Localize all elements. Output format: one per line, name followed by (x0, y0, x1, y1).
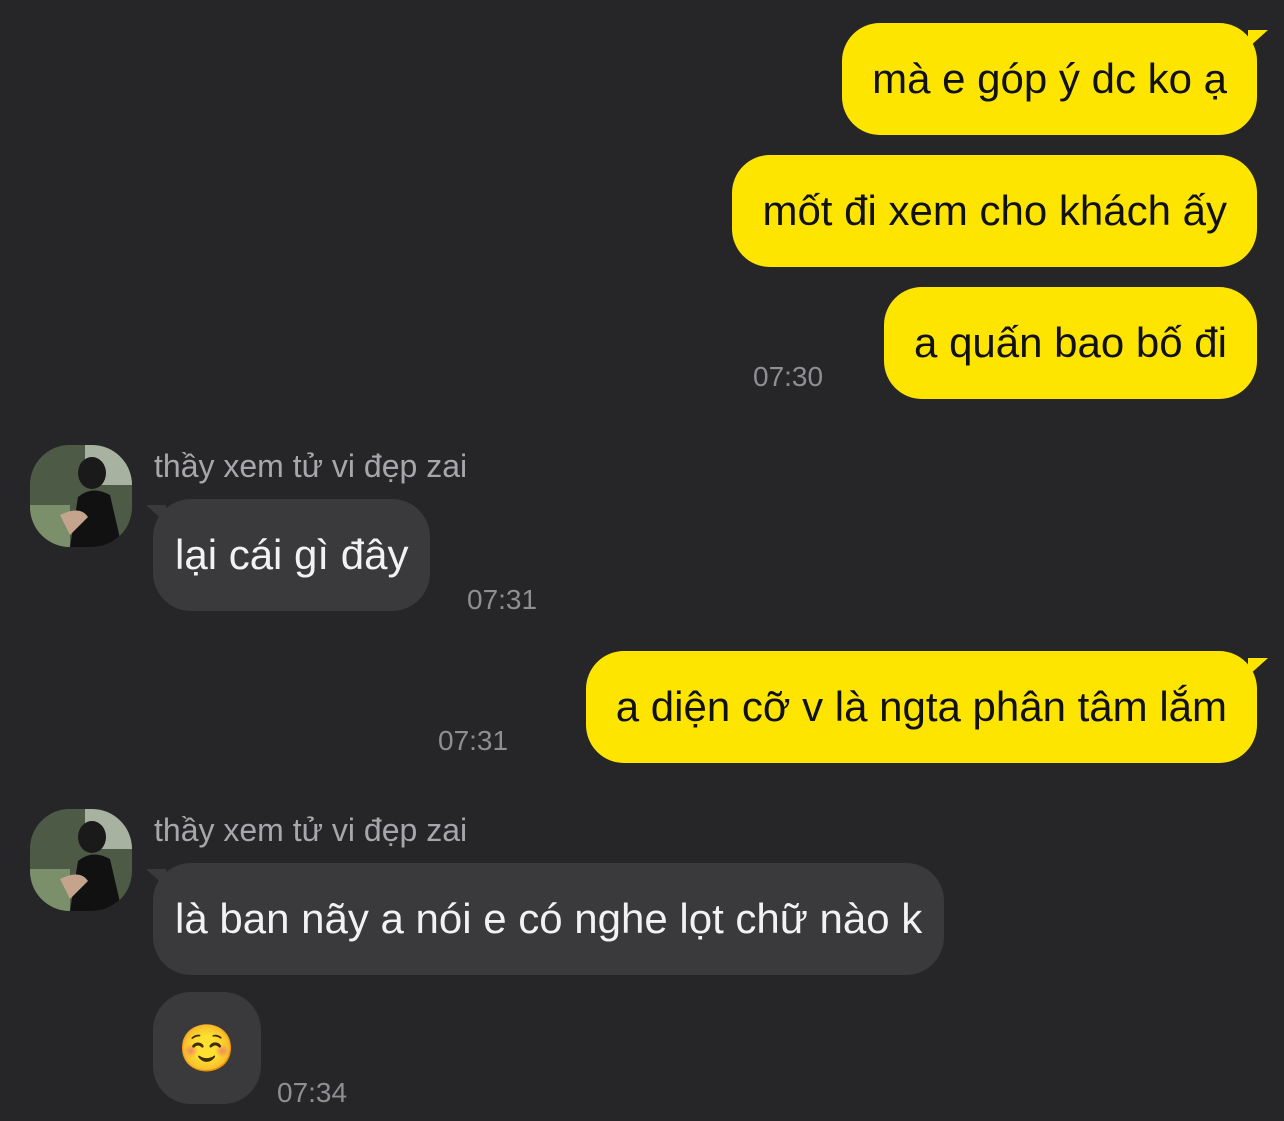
smiling-emoji: ☺️ (178, 1021, 236, 1075)
message-timestamp: 07:34 (277, 1077, 348, 1108)
message-bubble-incoming[interactable]: là ban nãy a nói e có nghe lọt chữ nào k (153, 863, 945, 975)
bubble-tail (1248, 658, 1268, 676)
sender-name: thầy xem tử vi đẹp zai (154, 448, 468, 484)
message-text: a diện cỡ v là ngta phân tâm lắm (615, 683, 1227, 730)
message-bubble-outgoing[interactable]: a diện cỡ v là ngta phân tâm lắm (585, 651, 1257, 763)
contact-avatar[interactable] (30, 445, 132, 547)
message-bubble-outgoing[interactable]: mà e góp ý dc ko ạ (842, 23, 1257, 135)
message-bubble-outgoing[interactable]: a quấn bao bố đi (884, 287, 1257, 399)
bubble-tail (1248, 30, 1268, 48)
avatar-photo-icon (30, 445, 132, 547)
message-timestamp: 07:31 (438, 725, 509, 756)
message-bubble-incoming-emoji[interactable]: ☺️ (153, 992, 261, 1104)
message-bubble-outgoing[interactable]: mốt đi xem cho khách ấy (732, 155, 1257, 267)
message-text: mà e góp ý dc ko ạ (872, 55, 1227, 102)
message-bubble-incoming[interactable]: lại cái gì đây (153, 499, 431, 611)
sender-name: thầy xem tử vi đẹp zai (154, 812, 468, 848)
message-text: a quấn bao bố đi (914, 319, 1227, 366)
message-timestamp: 07:31 (467, 584, 538, 615)
contact-avatar[interactable] (30, 809, 132, 911)
message-text: mốt đi xem cho khách ấy (762, 187, 1227, 234)
avatar-photo-icon (30, 809, 132, 911)
message-text: lại cái gì đây (175, 531, 409, 578)
message-timestamp: 07:30 (753, 361, 824, 392)
message-text: là ban nãy a nói e có nghe lọt chữ nào k (175, 895, 923, 942)
